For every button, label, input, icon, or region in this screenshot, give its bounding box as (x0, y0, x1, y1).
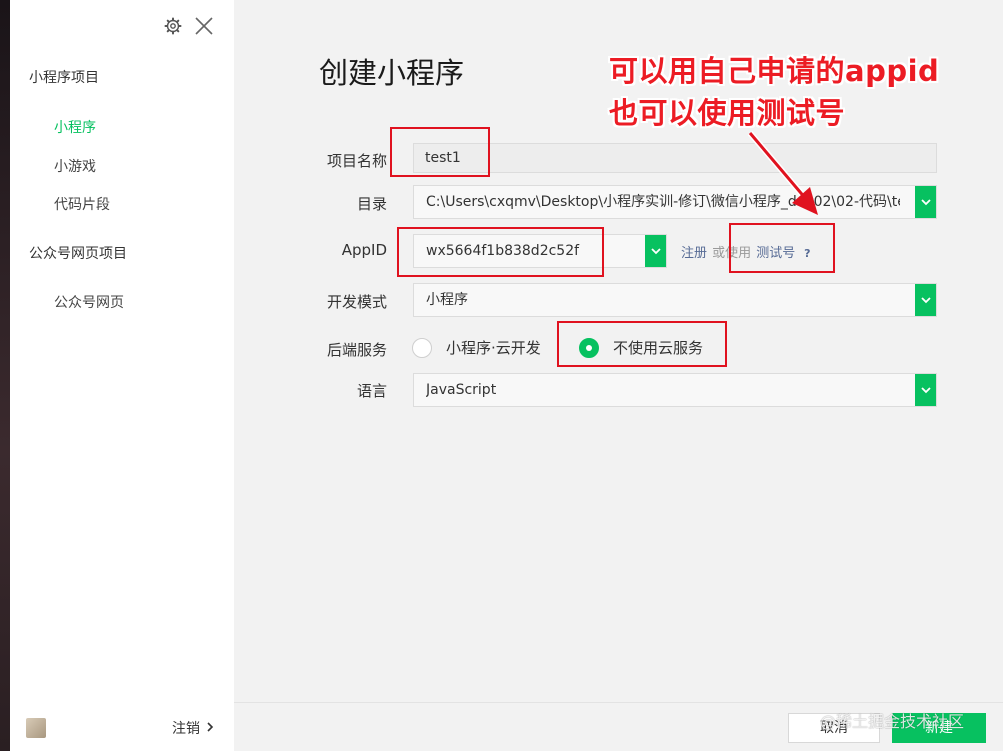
directory-label: 目录 (356, 195, 387, 213)
chevron-down-icon[interactable] (915, 284, 936, 316)
highlight-box-no-cloud (557, 321, 727, 367)
language-value: JavaScript (426, 382, 497, 398)
avatar[interactable] (26, 718, 46, 738)
logout-label: 注销 (172, 721, 200, 737)
register-link[interactable]: 注册 (681, 246, 707, 261)
highlight-box-project-name (390, 127, 490, 177)
highlight-box-appid (397, 227, 604, 277)
chevron-down-icon[interactable] (915, 186, 936, 218)
annotation-line-1: 可以用自己申请的appid (609, 54, 940, 88)
background-edge (0, 0, 10, 751)
window-controls (164, 14, 214, 38)
watermark: @稀土掘金技术社区 (820, 712, 965, 731)
dev-mode-label: 开发模式 (326, 293, 387, 311)
highlight-box-test-account (729, 223, 835, 273)
sidebar-item-code-snippet[interactable]: 代码片段 (54, 194, 110, 214)
chevron-right-icon (206, 720, 214, 736)
backend-label: 后端服务 (326, 341, 387, 359)
radio-cloud-dev[interactable]: 小程序·云开发 (412, 337, 541, 358)
language-label: 语言 (356, 382, 387, 400)
close-icon[interactable] (194, 16, 214, 36)
dev-mode-select[interactable]: 小程序 (413, 283, 937, 317)
section-title-miniprogram-projects: 小程序项目 (29, 70, 99, 86)
language-select[interactable]: JavaScript (413, 373, 937, 407)
project-name-label: 项目名称 (326, 152, 387, 170)
annotation-arrow-icon (747, 131, 818, 215)
radio-label: 小程序·云开发 (446, 339, 541, 357)
project-name-input[interactable]: test1 (413, 143, 937, 173)
sidebar-item-official-web[interactable]: 公众号网页 (54, 292, 124, 312)
dev-mode-value: 小程序 (426, 292, 468, 308)
sidebar-item-minigame[interactable]: 小游戏 (54, 156, 96, 176)
appid-label: AppID (341, 241, 387, 259)
logout-button[interactable]: 注销 (172, 718, 214, 738)
chevron-down-icon[interactable] (915, 374, 936, 406)
directory-select[interactable]: C:\Users\cxqmv\Desktop\小程序实训-修订\微信小程序_da… (413, 185, 937, 219)
radio-button[interactable] (412, 337, 432, 358)
sidebar-item-miniprogram[interactable]: 小程序 (54, 117, 96, 137)
section-title-official-account-projects: 公众号网页项目 (29, 246, 127, 262)
gear-icon[interactable] (164, 17, 182, 35)
chevron-down-icon[interactable] (645, 235, 666, 267)
page-title: 创建小程序 (319, 56, 465, 90)
annotation-line-2: 也可以使用测试号 (609, 96, 846, 130)
create-miniprogram-window: 小程序项目 小程序 小游戏 代码片段 公众号网页项目 公众号网页 注销 创建小程… (0, 0, 1003, 751)
sidebar: 小程序项目 小程序 小游戏 代码片段 公众号网页项目 公众号网页 注销 (10, 0, 234, 751)
